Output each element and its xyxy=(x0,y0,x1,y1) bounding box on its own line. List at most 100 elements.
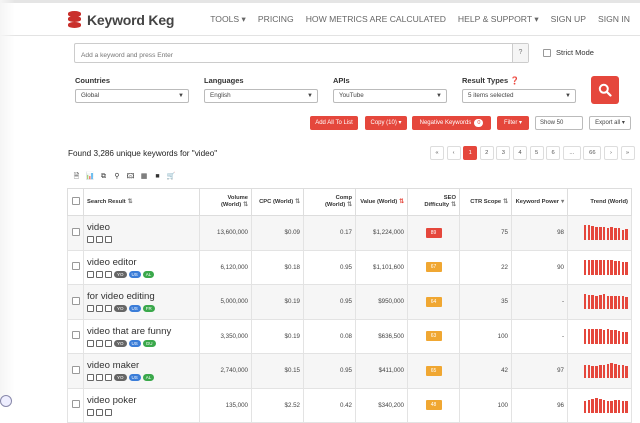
keyword-text[interactable]: video editor xyxy=(87,257,196,268)
row-checkbox-cell[interactable] xyxy=(67,249,84,285)
keyword-text[interactable]: video maker xyxy=(87,360,196,371)
image-icon[interactable] xyxy=(96,339,103,347)
page-link[interactable]: ... xyxy=(562,146,581,160)
page-link[interactable]: 3 xyxy=(496,146,511,160)
trend-bar xyxy=(610,227,613,241)
question-circle-icon[interactable]: ❓ xyxy=(510,76,519,85)
col-ctr-scope[interactable]: CTR Scope ⇅ xyxy=(459,188,512,216)
col-keyword-power[interactable]: Keyword Power ▾ xyxy=(511,188,568,216)
location-icon[interactable]: ⚲ xyxy=(113,172,122,181)
keyword-search-input[interactable] xyxy=(75,46,508,65)
add-all-to-list-button[interactable]: Add All To List xyxy=(310,116,358,130)
col-cpc[interactable]: CPC (World) ⇅ xyxy=(251,188,304,216)
row-checkbox[interactable] xyxy=(71,400,80,409)
row-checkbox[interactable] xyxy=(71,296,80,305)
copy-icon[interactable] xyxy=(87,305,94,312)
table-row[interactable]: for video editing YO US FR 5,000,000 $0.19… xyxy=(67,284,632,320)
brand-logo[interactable]: Keyword Keg xyxy=(68,11,174,28)
page-link[interactable]: « xyxy=(430,146,444,160)
trend-bar xyxy=(598,399,602,413)
nav-help-support[interactable]: HELP & SUPPORT ▾ xyxy=(458,14,539,25)
row-checkbox[interactable] xyxy=(71,227,80,236)
page-link[interactable]: 66 xyxy=(583,146,602,160)
search-help-button[interactable]: ? xyxy=(512,44,528,62)
nav-how-metrics[interactable]: HOW METRICS ARE CALCULATED xyxy=(306,14,446,25)
page-link[interactable]: 4 xyxy=(512,146,527,160)
nav-pricing[interactable]: PRICING xyxy=(258,14,294,25)
col-search-result[interactable]: Search Result ⇅ xyxy=(83,188,200,216)
search-go-button[interactable] xyxy=(591,76,619,104)
row-checkbox-cell[interactable] xyxy=(67,318,84,354)
row-checkbox[interactable] xyxy=(71,331,80,340)
trend-bar xyxy=(602,226,606,241)
copy-icon[interactable]: ⧉ xyxy=(99,172,108,181)
page-link[interactable]: ‹ xyxy=(446,146,461,160)
col-comp[interactable]: Comp (World) ⇅ xyxy=(303,188,356,216)
page-link[interactable]: » xyxy=(620,146,635,160)
csv-file-icon[interactable]: 🗎 xyxy=(72,172,81,181)
copy-button[interactable]: Copy (10) ▾ xyxy=(365,116,407,130)
copy-icon[interactable] xyxy=(87,339,94,347)
col-seo-difficulty[interactable]: SEO Difficulty ⇅ xyxy=(407,188,460,216)
page-link[interactable]: 1 xyxy=(463,146,478,160)
select-all-checkbox[interactable] xyxy=(71,196,80,205)
copy-icon[interactable] xyxy=(87,236,94,243)
nav-sign-up[interactable]: SIGN UP xyxy=(551,14,586,25)
row-checkbox-cell[interactable] xyxy=(67,353,84,389)
row-checkbox[interactable] xyxy=(71,365,80,374)
table-row[interactable]: video poker 135,000 $2.52 0.42 $340,200 … xyxy=(67,387,632,423)
result-types-select[interactable]: 5 items selected ▼ xyxy=(462,89,576,103)
page-link[interactable]: 2 xyxy=(479,146,494,160)
video-icon[interactable]: ■ xyxy=(153,172,162,181)
cart-icon[interactable]: 🛒 xyxy=(167,172,176,181)
calendar-icon[interactable] xyxy=(105,374,112,381)
image-icon[interactable] xyxy=(96,305,103,312)
image-icon[interactable]: 🖾 xyxy=(126,172,135,181)
strict-mode-toggle[interactable]: Strict Mode xyxy=(543,48,594,57)
calendar-icon[interactable] xyxy=(105,305,112,312)
col-value[interactable]: Value (World) ⇅ xyxy=(355,188,408,216)
calendar-icon[interactable] xyxy=(105,236,112,243)
filter-button[interactable]: Filter ▾ xyxy=(497,116,529,130)
image-icon[interactable] xyxy=(96,408,103,416)
copy-icon[interactable] xyxy=(87,270,94,278)
keyword-text[interactable]: for video editing xyxy=(87,291,196,302)
countries-select[interactable]: Global ▼ xyxy=(75,89,189,103)
page-link[interactable]: 5 xyxy=(529,146,544,160)
keyword-text[interactable]: video xyxy=(87,222,196,233)
row-checkbox[interactable] xyxy=(71,262,80,271)
strict-mode-checkbox[interactable] xyxy=(543,48,551,57)
chart-icon[interactable]: 📊 xyxy=(86,172,95,181)
image-icon[interactable] xyxy=(96,270,103,278)
table-row[interactable]: video that are funny YO US GU 3,350,000 $0… xyxy=(67,318,632,354)
negative-keywords-button[interactable]: Negative Keywords 0 xyxy=(412,116,491,130)
row-checkbox-cell[interactable] xyxy=(67,284,84,320)
apis-select[interactable]: YouTube ▼ xyxy=(333,89,447,103)
page-link[interactable]: 6 xyxy=(546,146,561,160)
select-all-cell[interactable] xyxy=(67,188,84,216)
row-checkbox-cell[interactable] xyxy=(67,215,84,251)
page-link[interactable]: › xyxy=(603,146,618,160)
copy-icon[interactable] xyxy=(87,408,94,416)
nav-sign-in[interactable]: SIGN IN xyxy=(598,14,630,25)
keyword-text[interactable]: video that are funny xyxy=(87,326,196,337)
help-bubble-icon[interactable] xyxy=(0,395,12,407)
col-volume[interactable]: Volume (World) ⇅ xyxy=(199,188,252,216)
show-count-select[interactable]: Show 50 xyxy=(535,116,583,130)
trend-bar xyxy=(595,260,598,275)
table-row[interactable]: video maker YO US AL 2,740,000 $0.15 0.95 … xyxy=(67,353,632,389)
calendar-icon[interactable] xyxy=(105,270,112,278)
export-all-button[interactable]: Export all ▾ xyxy=(589,116,631,130)
copy-icon[interactable] xyxy=(87,374,94,381)
table-row[interactable]: video 13,600,000 $0.09 0.17 $1,224,000 8… xyxy=(67,215,632,251)
calendar-icon[interactable] xyxy=(105,408,112,416)
languages-select[interactable]: English ▼ xyxy=(204,89,318,103)
image-icon[interactable] xyxy=(96,374,103,381)
grid-icon[interactable]: ▦ xyxy=(140,172,149,181)
calendar-icon[interactable] xyxy=(105,339,112,347)
image-icon[interactable] xyxy=(96,236,103,243)
trend-bar xyxy=(610,400,613,413)
table-row[interactable]: video editor YO US AL 6,120,000 $0.18 0.95… xyxy=(67,249,632,285)
row-checkbox-cell[interactable] xyxy=(67,387,84,423)
nav-tools[interactable]: TOOLS ▾ xyxy=(210,14,246,25)
